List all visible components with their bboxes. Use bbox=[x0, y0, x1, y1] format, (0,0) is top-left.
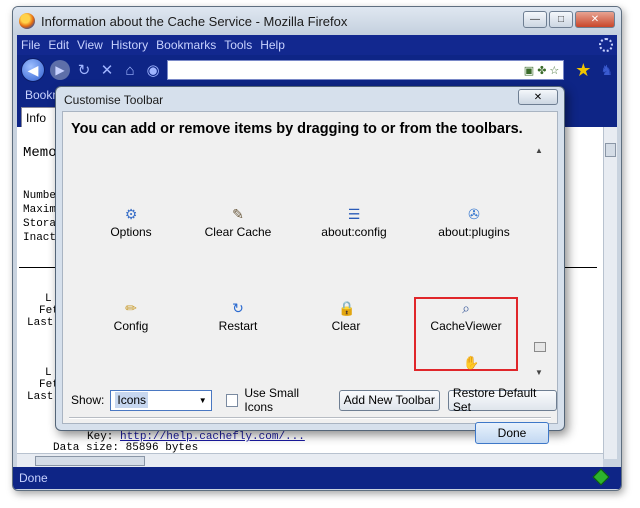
close-button[interactable]: ✕ bbox=[575, 11, 615, 28]
bookmark-star-icon[interactable]: ☆ bbox=[549, 64, 559, 77]
dialog-controls: Show: Icons ▼ Use Small Icons Add New To… bbox=[63, 386, 557, 414]
addon-icon[interactable]: ✤ bbox=[537, 64, 546, 77]
throbber-icon bbox=[599, 38, 613, 52]
toolbar-item-palette: ⚙ Options ✎ Clear Cache ☰ about:config ✇… bbox=[71, 150, 547, 378]
palette-item-config[interactable]: ✏ Config bbox=[76, 300, 186, 333]
dropdown-arrow-icon: ▼ bbox=[198, 395, 207, 405]
horizontal-scrollbar[interactable] bbox=[17, 453, 603, 467]
menu-file[interactable]: File bbox=[21, 38, 40, 52]
menu-bar: File Edit View History Bookmarks Tools H… bbox=[17, 35, 617, 55]
small-icons-checkbox[interactable] bbox=[225, 393, 239, 407]
status-bar: Done bbox=[13, 467, 621, 489]
item-label: about:config bbox=[321, 225, 387, 239]
reload-icon[interactable]: ↻ bbox=[75, 61, 93, 79]
firefox-logo-icon bbox=[19, 13, 35, 29]
item-label: Config bbox=[113, 319, 149, 333]
scroll-thumb[interactable] bbox=[35, 456, 145, 466]
scroll-down-icon[interactable]: ▼ bbox=[535, 368, 543, 377]
maximize-button[interactable]: □ bbox=[549, 11, 573, 28]
home-icon[interactable]: ⌂ bbox=[121, 62, 139, 79]
extension-icon[interactable]: ♞ bbox=[600, 62, 613, 79]
palette-scrollbar[interactable]: ▲ ▼ bbox=[533, 144, 547, 382]
dialog-separator bbox=[69, 417, 551, 419]
dialog-heading: You can add or remove items by dragging … bbox=[71, 121, 523, 137]
about-plugins-icon: ✇ bbox=[468, 206, 480, 222]
info-label: Maxim bbox=[23, 204, 57, 216]
show-label: Show: bbox=[71, 393, 105, 407]
status-text: Done bbox=[19, 471, 48, 485]
show-select-value: Icons bbox=[115, 392, 149, 408]
rss-icon[interactable]: ▣ bbox=[524, 64, 534, 77]
about-config-icon: ☰ bbox=[347, 206, 361, 222]
item-label: about:plugins bbox=[438, 225, 510, 239]
palette-scroll-thumb[interactable] bbox=[534, 342, 546, 352]
restart-icon: ↻ bbox=[232, 300, 244, 316]
palette-item-restart[interactable]: ↻ Restart bbox=[183, 300, 293, 333]
small-icons-label: Use Small Icons bbox=[244, 386, 300, 414]
status-indicator-icon bbox=[592, 468, 610, 486]
menu-bookmarks[interactable]: Bookmarks bbox=[156, 38, 216, 52]
palette-item-about-plugins[interactable]: ✇ about:plugins bbox=[419, 206, 529, 239]
item-label: Restart bbox=[218, 319, 258, 333]
config-icon: ✏ bbox=[125, 300, 137, 316]
palette-item-clear-cache[interactable]: ✎ Clear Cache bbox=[183, 206, 293, 239]
dialog-title: Customise Toolbar bbox=[64, 93, 164, 107]
hand-cursor-icon: ✋ bbox=[463, 355, 480, 370]
restore-default-set-button[interactable]: Restore Default Set bbox=[447, 386, 557, 414]
palette-item-options[interactable]: ⚙ Options bbox=[76, 206, 186, 239]
url-bar[interactable]: ▣ ✤ ☆ bbox=[167, 60, 565, 80]
info-label: Inact bbox=[23, 232, 57, 244]
scroll-up-icon[interactable]: ▲ bbox=[535, 146, 543, 155]
palette-item-clear[interactable]: 🔒 Clear bbox=[291, 300, 401, 333]
item-label: Options bbox=[110, 225, 152, 239]
scroll-thumb[interactable] bbox=[605, 143, 616, 157]
title-bar: Information about the Cache Service - Mo… bbox=[13, 7, 621, 35]
dialog-close-button[interactable]: ✕ bbox=[518, 89, 558, 105]
show-select[interactable]: Icons ▼ bbox=[110, 389, 212, 411]
page-info-icon[interactable]: ◉ bbox=[144, 61, 162, 79]
add-new-toolbar-button[interactable]: Add New Toolbar bbox=[338, 389, 440, 411]
memory-heading: Memo bbox=[23, 145, 57, 161]
info-label: Numbe bbox=[23, 190, 57, 202]
menu-tools[interactable]: Tools bbox=[224, 38, 252, 52]
done-button[interactable]: Done bbox=[475, 422, 549, 444]
menu-help[interactable]: Help bbox=[260, 38, 285, 52]
lock-icon: 🔒 bbox=[338, 300, 356, 316]
back-button[interactable]: ◀ bbox=[21, 58, 45, 82]
forward-button[interactable]: ▶ bbox=[50, 60, 70, 80]
stop-icon[interactable]: ✕ bbox=[98, 61, 116, 79]
dialog-body: You can add or remove items by dragging … bbox=[62, 111, 558, 444]
navigation-toolbar: ◀ ▶ ↻ ✕ ⌂ ◉ ▣ ✤ ☆ ★ ♞ bbox=[17, 55, 617, 85]
window-title: Information about the Cache Service - Mo… bbox=[41, 13, 348, 29]
options-gears-icon: ⚙ bbox=[124, 206, 138, 222]
favorite-star-icon[interactable]: ★ bbox=[575, 60, 591, 81]
menu-view[interactable]: View bbox=[77, 38, 103, 52]
clear-cache-icon: ✎ bbox=[232, 206, 244, 222]
menu-history[interactable]: History bbox=[111, 38, 148, 52]
customise-toolbar-dialog: Customise Toolbar ✕ You can add or remov… bbox=[55, 86, 565, 444]
minimize-button[interactable]: — bbox=[523, 11, 547, 28]
item-label: Clear Cache bbox=[204, 225, 272, 239]
item-label: Clear bbox=[331, 319, 361, 333]
menu-edit[interactable]: Edit bbox=[48, 38, 69, 52]
info-label: Stora bbox=[23, 218, 57, 230]
palette-item-about-config[interactable]: ☰ about:config bbox=[299, 206, 409, 239]
vertical-scrollbar[interactable] bbox=[603, 127, 617, 459]
